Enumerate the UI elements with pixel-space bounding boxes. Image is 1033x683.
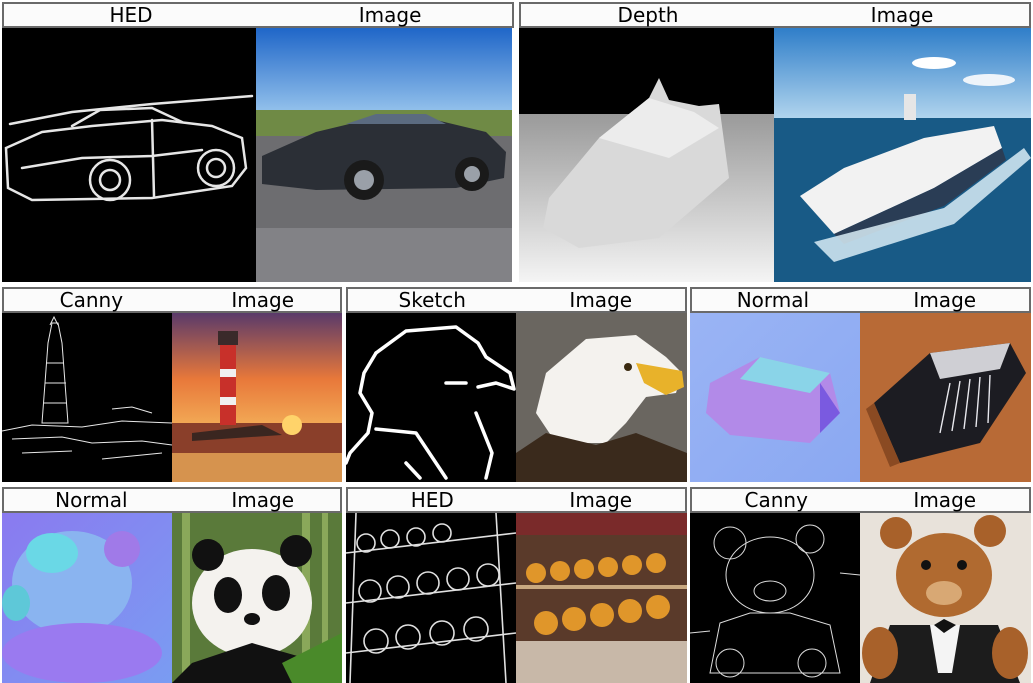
hed-edge-map — [4, 94, 254, 202]
panel-normal-accordion: Normal Image — [690, 287, 1031, 482]
output-label: Image — [358, 3, 422, 27]
panel-header: Canny Image — [690, 487, 1031, 513]
canny-edge-map — [690, 524, 860, 678]
generated-image — [774, 28, 1031, 282]
generated-image — [516, 513, 687, 683]
hed-edge-map — [346, 513, 516, 683]
condition-label: Canny — [744, 488, 808, 512]
condition-label: Normal — [736, 288, 810, 312]
panel-canny-lighthouse: Canny Image — [2, 287, 342, 482]
generated-image — [860, 513, 1031, 683]
panel-normal-panda: Normal Image — [2, 487, 342, 683]
lighthouse-photo — [172, 313, 342, 482]
bakery-photo — [516, 513, 687, 683]
output-label: Image — [231, 488, 295, 512]
condition-label: Depth — [617, 3, 679, 27]
panel-header: Canny Image — [2, 287, 342, 313]
generated-image — [172, 313, 342, 482]
condition-label: HED — [410, 488, 454, 512]
panel-header: Sketch Image — [346, 287, 687, 313]
condition-image — [2, 513, 172, 683]
condition-image — [346, 513, 516, 683]
generated-image — [256, 28, 512, 282]
condition-image — [519, 28, 774, 282]
condition-label: Canny — [59, 288, 124, 312]
panel-header: HED Image — [2, 2, 514, 28]
car-photo — [256, 28, 512, 282]
panel-header: Normal Image — [2, 487, 342, 513]
condition-image — [2, 313, 172, 482]
condition-image — [690, 313, 860, 482]
output-label: Image — [231, 288, 295, 312]
condition-label: Sketch — [398, 288, 466, 312]
eagle-photo — [516, 335, 687, 482]
sketch-map — [346, 325, 516, 480]
normal-map — [690, 313, 860, 482]
output-label: Image — [913, 488, 977, 512]
condition-image — [2, 28, 256, 282]
depth-map — [519, 28, 774, 282]
condition-label: Normal — [55, 488, 128, 512]
output-label: Image — [569, 488, 633, 512]
generated-image — [860, 313, 1031, 482]
condition-image — [690, 513, 860, 683]
output-label: Image — [870, 3, 934, 27]
panel-depth-ship: Depth Image — [519, 2, 1031, 282]
canny-edge-map — [2, 315, 172, 460]
output-label: Image — [569, 288, 633, 312]
panel-header: HED Image — [346, 487, 687, 513]
panel-sketch-eagle: Sketch Image — [346, 287, 687, 482]
condition-label: HED — [109, 3, 153, 27]
teddy-bear-photo — [862, 515, 1028, 683]
accordion-photo — [866, 343, 1026, 467]
ship-photo — [774, 28, 1031, 282]
panel-hed-car: HED Image — [2, 2, 514, 282]
panel-hed-bakery: HED Image — [346, 487, 687, 683]
panel-header: Normal Image — [690, 287, 1031, 313]
normal-map — [2, 513, 172, 683]
generated-image — [172, 513, 342, 683]
panel-canny-teddy: Canny Image — [690, 487, 1031, 683]
generated-image — [516, 313, 687, 482]
output-label: Image — [913, 288, 977, 312]
condition-image — [346, 313, 516, 482]
panda-photo — [172, 513, 342, 683]
panel-header: Depth Image — [519, 2, 1031, 28]
